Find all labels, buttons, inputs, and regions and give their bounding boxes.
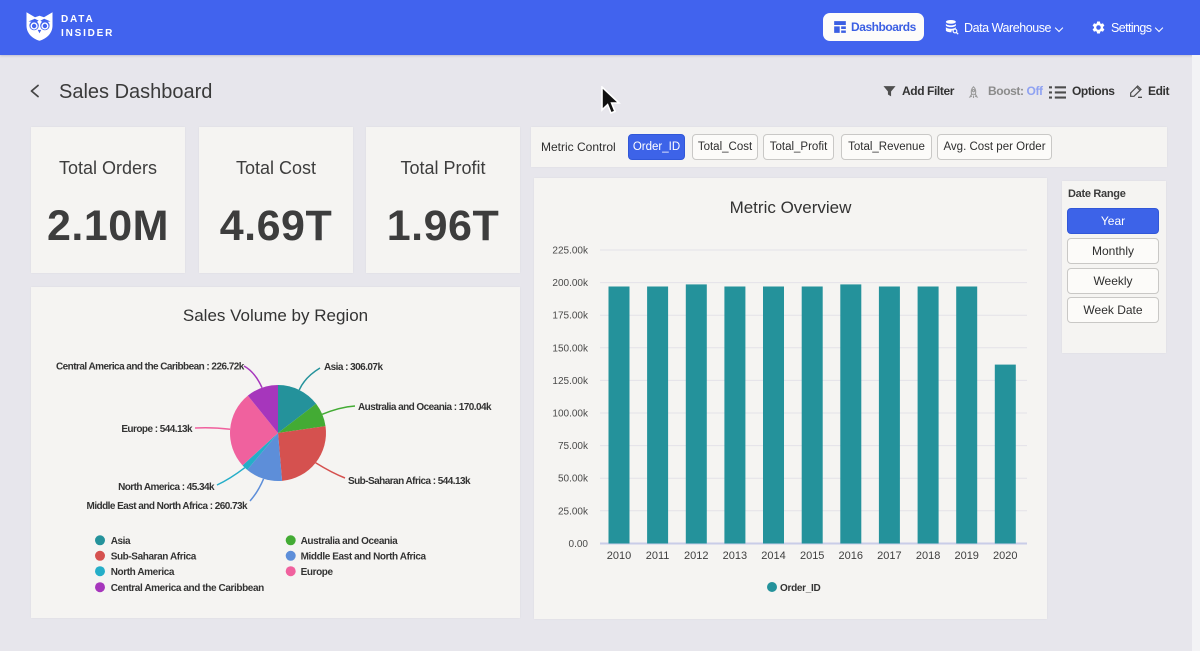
svg-text:Europe : 544.13k: Europe : 544.13k [121, 424, 193, 435]
svg-text:Order_ID: Order_ID [780, 583, 820, 594]
svg-text:Metric Overview: Metric Overview [730, 198, 853, 217]
svg-text:50.00k: 50.00k [558, 474, 589, 485]
svg-text:Asia: Asia [111, 536, 131, 547]
svg-text:125.00k: 125.00k [552, 376, 589, 387]
svg-text:2014: 2014 [761, 550, 785, 562]
svg-text:2012: 2012 [684, 550, 708, 562]
svg-text:2013: 2013 [723, 550, 747, 562]
svg-text:2018: 2018 [916, 550, 940, 562]
svg-text:Australia and Oceania: Australia and Oceania [301, 536, 398, 547]
svg-text:225.00k: 225.00k [552, 246, 589, 257]
svg-text:150.00k: 150.00k [552, 343, 589, 354]
svg-text:Middle East and North Africa :: Middle East and North Africa : 260.73k [87, 501, 248, 512]
svg-text:2020: 2020 [993, 550, 1017, 562]
svg-text:175.00k: 175.00k [552, 311, 589, 322]
svg-text:Australia and Oceania : 170.04: Australia and Oceania : 170.04k [358, 402, 492, 413]
svg-text:Central America and the Caribb: Central America and the Caribbean : 226.… [56, 362, 245, 373]
svg-text:2015: 2015 [800, 550, 824, 562]
svg-text:75.00k: 75.00k [558, 441, 589, 452]
svg-text:Sales Volume by Region: Sales Volume by Region [183, 306, 368, 325]
svg-text:25.00k: 25.00k [558, 506, 589, 517]
svg-text:2011: 2011 [646, 550, 670, 562]
svg-text:Asia : 306.07k: Asia : 306.07k [324, 362, 383, 373]
svg-text:2017: 2017 [877, 550, 901, 562]
svg-text:2016: 2016 [839, 550, 863, 562]
svg-text:100.00k: 100.00k [552, 409, 589, 420]
svg-text:North America : 45.34k: North America : 45.34k [118, 482, 215, 493]
svg-text:Europe: Europe [301, 567, 334, 578]
svg-text:Middle East and North Africa: Middle East and North Africa [301, 551, 427, 562]
svg-text:0.00: 0.00 [569, 539, 589, 550]
svg-text:2019: 2019 [954, 550, 978, 562]
svg-text:200.00k: 200.00k [552, 278, 589, 289]
svg-text:2010: 2010 [607, 550, 631, 562]
svg-text:Central America and the Caribb: Central America and the Caribbean [111, 583, 264, 594]
svg-text:North America: North America [111, 567, 175, 578]
svg-text:Sub-Saharan Africa: Sub-Saharan Africa [111, 551, 197, 562]
svg-text:Sub-Saharan Africa : 544.13k: Sub-Saharan Africa : 544.13k [348, 476, 471, 487]
